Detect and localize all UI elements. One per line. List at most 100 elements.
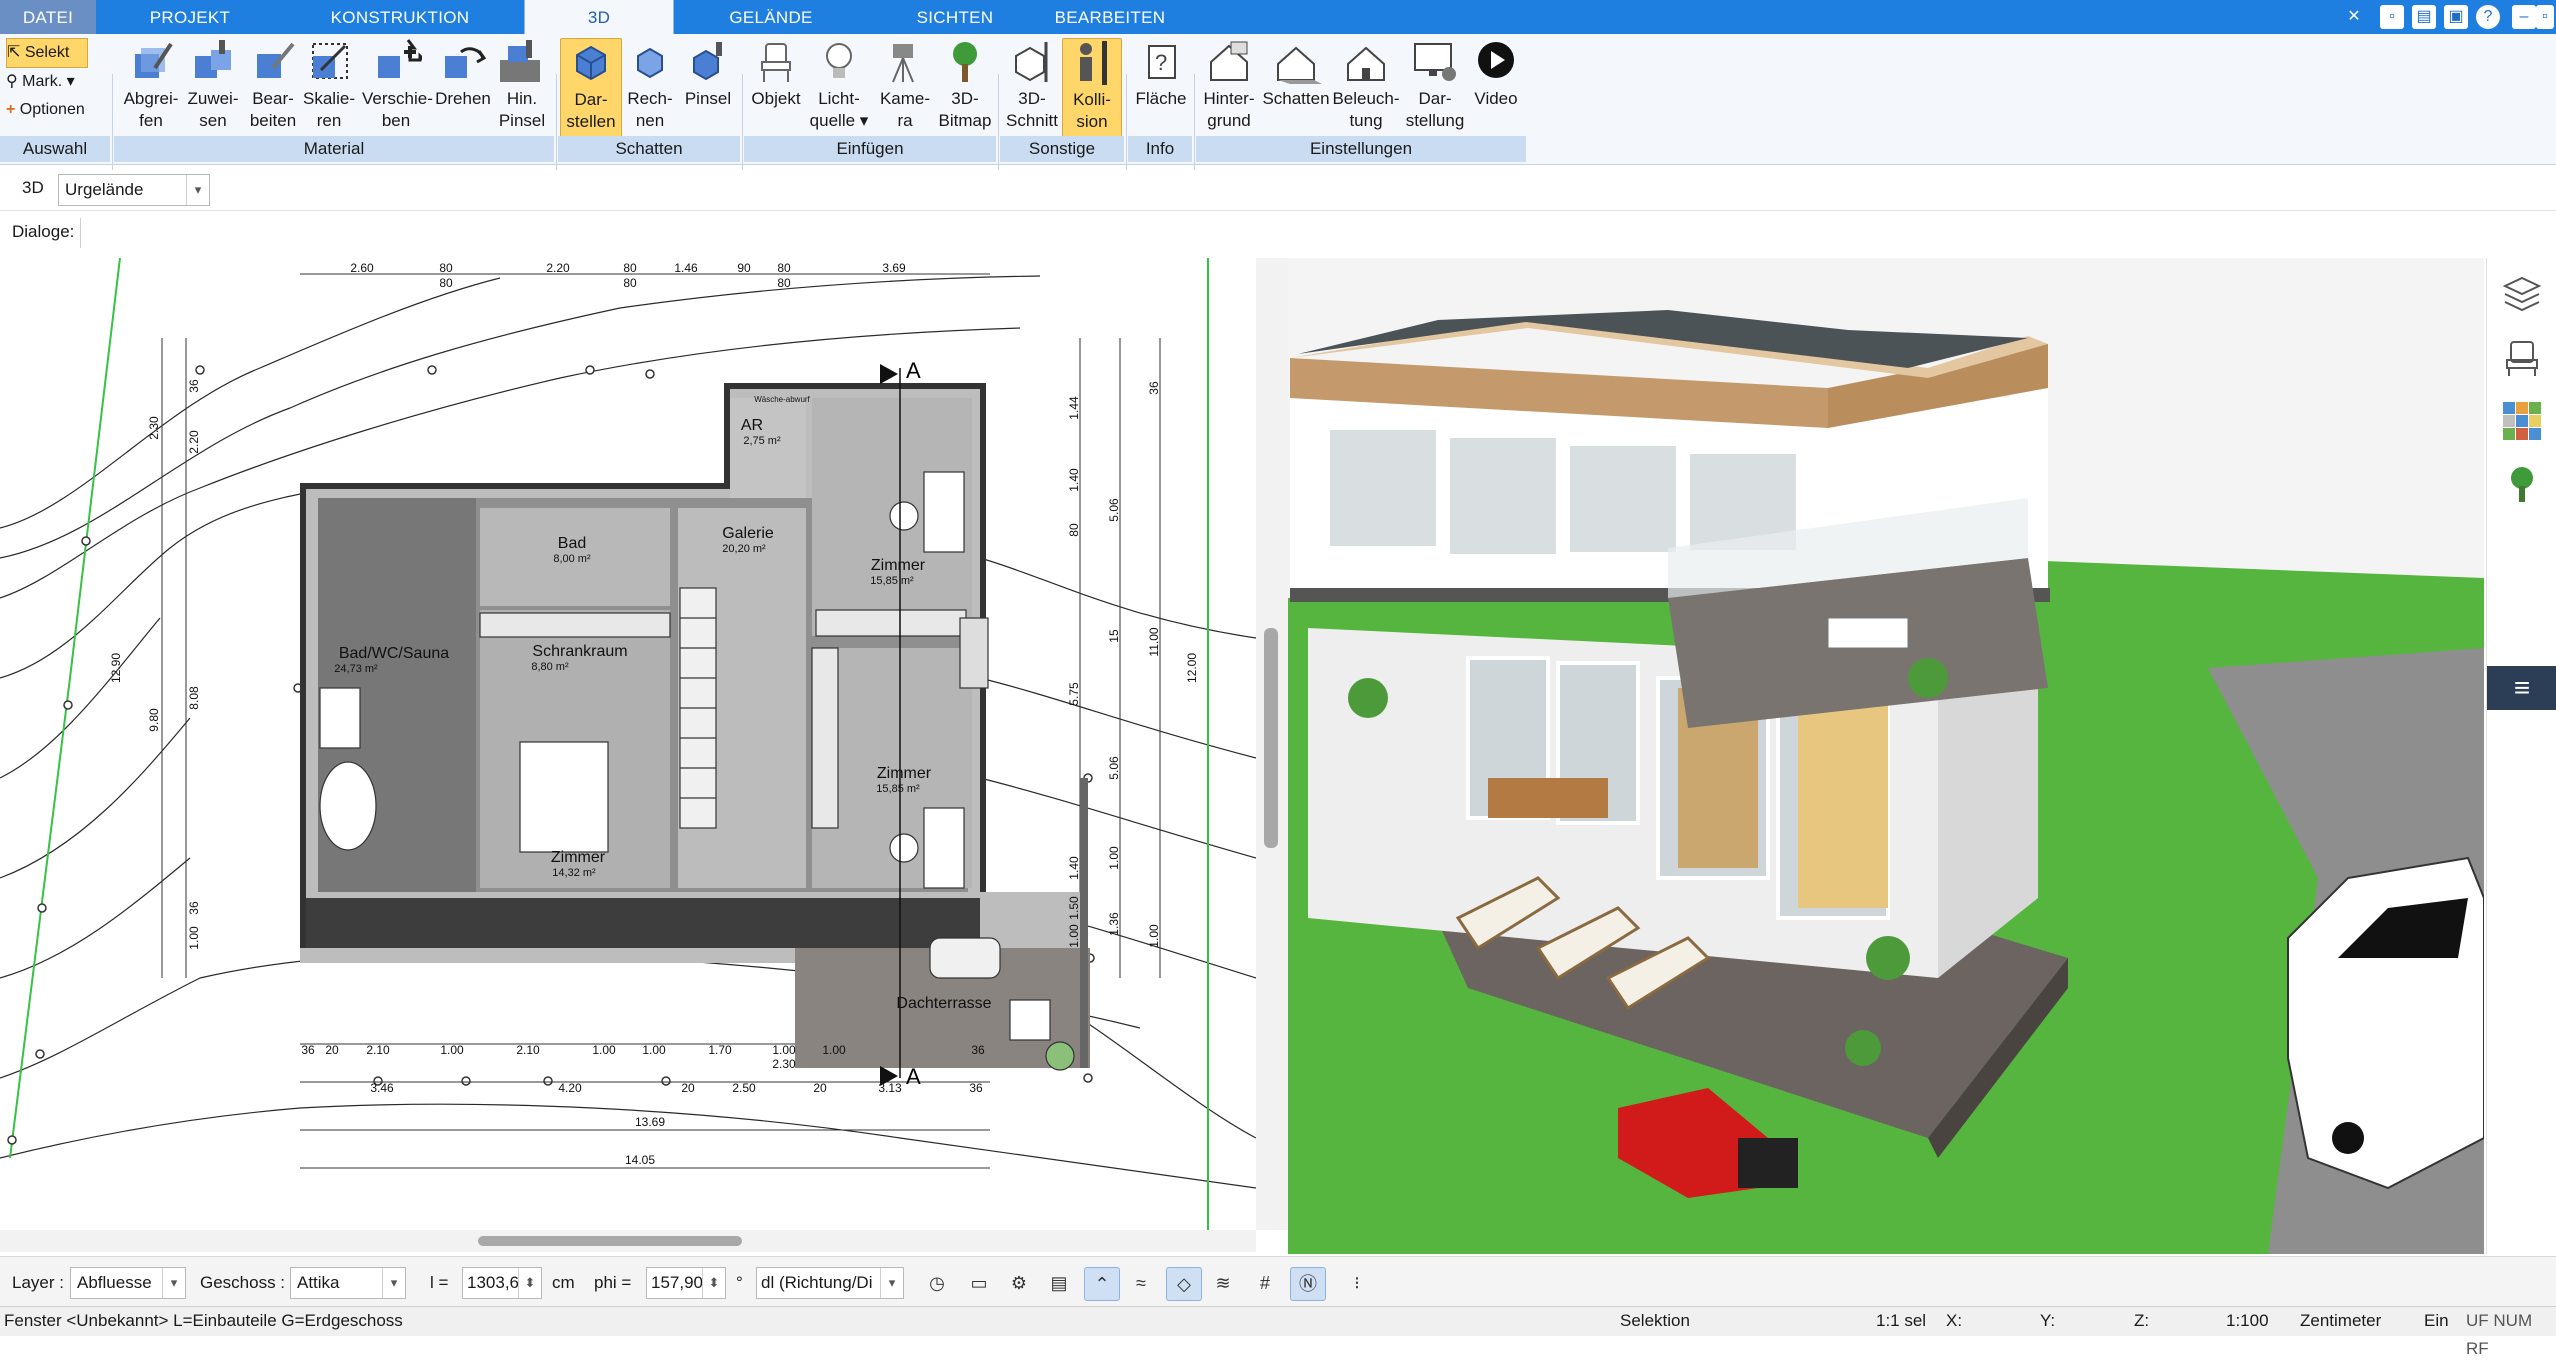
svg-text:36: 36 [971,1043,985,1057]
group-label-sonstige: Sonstige [1000,136,1124,162]
svg-text:1.40: 1.40 [1067,856,1081,880]
vertical-scrollbar[interactable] [1256,258,1288,1230]
shadow-settings-button[interactable]: Schatten [1262,38,1330,138]
roof-view-icon[interactable]: ⌃ [1084,1267,1120,1301]
compute-shadows-button[interactable]: Rech-nen [620,38,680,138]
svg-text:1.00: 1.00 [822,1043,846,1057]
pick-material-button[interactable]: Abgrei-fen [120,38,182,138]
room-name: Bad [558,535,586,552]
tab-gelaende[interactable]: GELÄNDE [700,0,842,34]
collision-button[interactable]: Kolli-sion [1062,38,1122,140]
print-icon[interactable]: ▤ [1042,1267,1076,1299]
svg-text:12.00: 12.00 [1185,653,1199,683]
layers-icon[interactable] [2501,272,2543,314]
materials-palette-icon[interactable] [2501,400,2543,442]
direction-select[interactable]: dl (Richtung/Di ▾ [756,1267,904,1299]
svg-text:2.60: 2.60 [350,261,374,275]
length-input[interactable]: 1303,6 ⬍ [462,1267,542,1299]
svg-text:14.05: 14.05 [625,1153,655,1167]
tab-sichten[interactable]: SICHTEN [890,0,1020,34]
angle-label: phi = [594,1273,632,1292]
tree-icon[interactable] [2501,464,2543,506]
options-button[interactable]: + Optionen [6,96,112,124]
stepper-icon[interactable]: ⬍ [518,1268,541,1298]
stepper-icon[interactable]: ⬍ [702,1268,725,1298]
background-button[interactable]: Hinter-grund [1198,38,1260,138]
tools-icon[interactable]: ✕ [2342,5,2366,29]
tab-bearbeiten[interactable]: BEARBEITEN [1040,0,1180,34]
svg-text:36: 36 [187,901,201,915]
3d-viewport[interactable] [1288,258,2484,1254]
chevron-down-icon: ▾ [162,1268,185,1298]
mark-button[interactable]: ⚲ Mark. ▾ [6,68,102,96]
plus-icon: + [6,101,16,118]
monitor-icon[interactable]: ▭ [962,1267,996,1299]
tab-konstruktion[interactable]: KONSTRUKTION [320,0,480,34]
shadow-brush-button[interactable]: Pinsel [680,38,736,138]
scroll-thumb[interactable] [478,1236,742,1246]
svg-text:11.00: 11.00 [1147,627,1161,656]
room-name: Zimmer [551,849,606,866]
window-list-icon[interactable]: ▤ [2412,5,2436,29]
panel-menu-button[interactable]: ≡ [2487,666,2556,710]
layers-wave-icon[interactable]: ≋ [1206,1267,1240,1299]
help-icon[interactable]: ? [2476,5,2500,29]
lighting-button[interactable]: Beleuch-tung [1332,38,1400,138]
svg-text:5.06: 5.06 [1107,756,1121,780]
rotate-material-button[interactable]: Drehen [432,38,494,138]
more-icon[interactable]: ⁝ [1340,1267,1374,1299]
north-icon[interactable]: Ⓝ [1290,1267,1326,1301]
light-source-button[interactable]: Licht-quelle ▾ [808,38,870,138]
dialogs-label: Dialoge: [12,222,75,241]
select-button[interactable]: ⇱ Selekt [6,38,88,68]
tab-3d[interactable]: 3D [524,0,674,34]
background-brush-button[interactable]: Hin. Pinsel [494,38,550,138]
render-icon[interactable]: ⚙ [1002,1267,1036,1299]
edit-material-button[interactable]: Bear-beiten [242,38,304,138]
minimize-icon[interactable]: – [2512,5,2536,29]
svg-text:36: 36 [969,1081,983,1095]
status-z: Z: [2134,1311,2150,1330]
tab-datei[interactable]: DATEI [0,0,96,34]
status-scale: 1:100 [2226,1311,2269,1330]
floor-plan-canvas[interactable]: A A Bad 8,00 m² Galerie 20,20 m² Zimmer … [0,258,1256,1230]
grid-icon[interactable]: # [1248,1267,1282,1299]
insert-object-button[interactable]: Objekt [746,38,806,138]
house-bg-icon [1210,41,1248,81]
scale-material-button[interactable]: Skalie-ren [298,38,360,138]
house-shadow-icon [1277,46,1322,84]
scroll-thumb[interactable] [1264,628,1278,848]
floor-select[interactable]: Attika ▾ [290,1267,406,1299]
chevron-down-icon: ▾ [382,1268,405,1298]
camera-button[interactable]: Kame-ra [874,38,936,138]
view-mode-label: 3D [22,178,44,197]
section-3d-button[interactable]: 3D- Schnitt [1002,38,1062,138]
svg-text:1.36: 1.36 [1107,912,1121,936]
assign-material-button[interactable]: Zuwei-sen [182,38,244,138]
angle-input[interactable]: 157,90 ⬍ [646,1267,726,1299]
frame-icon[interactable]: ▣ [2444,5,2468,29]
clock-icon[interactable]: ◷ [920,1267,954,1299]
divider [80,218,81,248]
tab-projekt[interactable]: PROJEKT [120,0,260,34]
video-button[interactable]: Video [1468,38,1524,138]
plane-icon[interactable]: ◇ [1166,1267,1202,1301]
restore-small-icon[interactable]: ▫ [2380,5,2404,29]
layer-select[interactable]: Abfluesse ▾ [70,1267,186,1299]
svg-text:1.00: 1.00 [592,1043,616,1057]
restore-icon[interactable]: ▫ [2536,5,2554,29]
horizontal-scrollbar[interactable] [0,1230,1256,1252]
room-name: Dachterrasse [896,995,991,1012]
waves-icon[interactable]: ≈ [1124,1267,1158,1299]
terrain-select[interactable]: Urgelände ▾ [58,174,210,206]
status-y: Y: [2040,1311,2056,1330]
chair-icon[interactable] [2501,336,2543,378]
room-area: 20,20 m² [722,543,766,555]
display-settings-button[interactable]: Dar-stellung [1404,38,1466,138]
display-shadows-button[interactable]: Dar-stellen [560,38,622,140]
length-label: l = [430,1273,449,1292]
area-button[interactable]: ? Fläche [1130,38,1192,138]
bitmap-3d-button[interactable]: 3D- Bitmap [934,38,996,138]
move-material-button[interactable]: Verschie-ben [362,38,433,138]
area-question-icon: ? [1148,45,1176,79]
